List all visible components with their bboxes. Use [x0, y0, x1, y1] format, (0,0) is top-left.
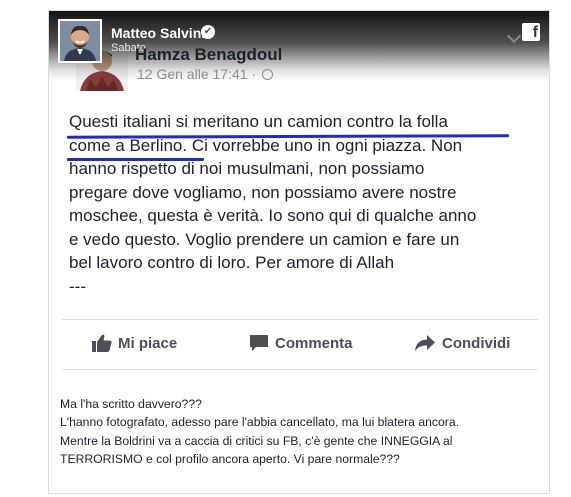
- thumbs-up-icon: [92, 334, 112, 352]
- author-avatar[interactable]: [58, 19, 102, 63]
- comment-label: Commenta: [275, 335, 353, 352]
- caption-line: Ma l'ha scritto davvero???: [60, 397, 202, 411]
- facebook-logo-icon: f: [522, 23, 540, 41]
- highlight-underline: [67, 158, 204, 161]
- caption-line: Mentre la Boldrini va a caccia di critic…: [60, 433, 453, 448]
- inner-author-name[interactable]: Hamza Benagdoul: [135, 45, 282, 65]
- comment-button[interactable]: Commenta: [249, 329, 353, 359]
- like-button[interactable]: Mi piace: [92, 329, 177, 359]
- verified-badge-icon: ✔: [201, 25, 215, 39]
- divider: [62, 369, 538, 370]
- body-line: moschee, questa è verità. Io sono qui di…: [69, 206, 477, 225]
- caption-line: L'hanno fotografato, adesso pare l'abbia…: [60, 415, 459, 430]
- body-line: bel lavoro contro di loro. Per amore di …: [69, 253, 395, 272]
- caption-line: TERRORISMO e col profilo ancora aperto. …: [60, 451, 400, 466]
- body-line: Questi italiani si meritano un camion co…: [69, 112, 448, 131]
- like-label: Mi piace: [118, 335, 178, 352]
- comment-bubble-icon: [250, 335, 268, 351]
- share-arrow-icon: [415, 335, 435, 351]
- body-line: ---: [69, 276, 86, 296]
- inner-post-actions: Mi piace Commenta Condividi: [62, 329, 538, 359]
- post-card: Matteo Salvini ✔ Sabato f Hamza Benagdou…: [48, 10, 550, 494]
- divider: [62, 319, 538, 320]
- body-line: e vedo questo. Voglio prendere un camion…: [69, 229, 460, 249]
- inner-post-meta: 12 Gen alle 17:41 ·: [137, 66, 273, 82]
- author-name[interactable]: Matteo Salvini: [111, 25, 205, 41]
- share-label: Condividi: [442, 335, 511, 352]
- post-caption: Ma l'ha scritto davvero??? L'hanno fotog…: [60, 395, 545, 468]
- globe-icon: [261, 69, 273, 80]
- share-button[interactable]: Condividi: [414, 329, 510, 359]
- body-line: pregare dove vogliamo, non possiamo aver…: [69, 182, 457, 202]
- inner-post-date[interactable]: 12 Gen alle 17:41 ·: [137, 66, 256, 82]
